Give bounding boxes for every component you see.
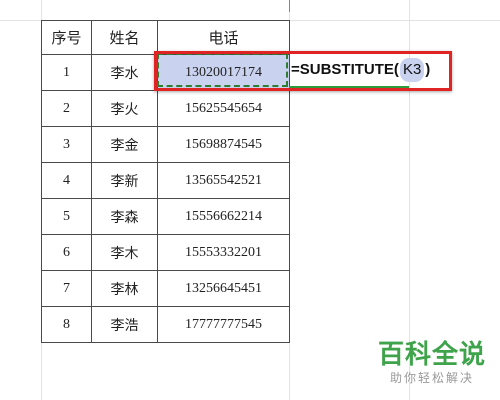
header-name[interactable]: 姓名 <box>91 20 158 55</box>
seq-cell[interactable]: 1 <box>41 54 92 91</box>
formula-prefix: =SUBSTITUTE( <box>291 61 399 78</box>
table-row: 8 李浩 17777777545 <box>41 306 290 343</box>
name-cell[interactable]: 李新 <box>91 162 158 199</box>
name-cell[interactable]: 李森 <box>91 198 158 235</box>
name-cell[interactable]: 李林 <box>91 270 158 307</box>
formula-suffix: ) <box>425 61 431 78</box>
header-phone[interactable]: 电话 <box>157 20 290 55</box>
seq-cell[interactable]: 4 <box>41 162 92 199</box>
name-cell[interactable]: 李木 <box>91 234 158 271</box>
name-cell[interactable]: 李浩 <box>91 306 158 343</box>
seq-cell[interactable]: 7 <box>41 270 92 307</box>
phone-cell[interactable]: 17777777545 <box>157 306 290 343</box>
phone-cell[interactable]: 15556662214 <box>157 198 290 235</box>
table-row: 7 李林 13256645451 <box>41 270 290 307</box>
header-seq[interactable]: 序号 <box>41 20 92 55</box>
name-cell[interactable]: 李金 <box>91 126 158 163</box>
phone-cell[interactable]: 15553332201 <box>157 234 290 271</box>
seq-cell[interactable]: 6 <box>41 234 92 271</box>
data-table: 序号 姓名 电话 1 李水 13020017174 2 李火 156255456… <box>41 20 290 343</box>
seq-cell[interactable]: 5 <box>41 198 92 235</box>
watermark: 百科全说 助你轻松解决 <box>372 340 492 386</box>
seq-cell[interactable]: 8 <box>41 306 92 343</box>
phone-cell[interactable]: 13565542521 <box>157 162 290 199</box>
watermark-subtitle: 助你轻松解决 <box>389 371 474 385</box>
phone-cell-selected[interactable]: 13020017174 <box>157 54 290 91</box>
active-cell-underline <box>289 86 409 88</box>
table-row: 3 李金 15698874545 <box>41 126 290 163</box>
phone-cell[interactable]: 13256645451 <box>157 270 290 307</box>
seq-cell[interactable]: 2 <box>41 90 92 127</box>
table-row: 1 李水 13020017174 <box>41 54 290 91</box>
name-cell[interactable]: 李水 <box>91 54 158 91</box>
seq-cell[interactable]: 3 <box>41 126 92 163</box>
name-cell[interactable]: 李火 <box>91 90 158 127</box>
table-row: 5 李森 15556662214 <box>41 198 290 235</box>
phone-cell[interactable]: 15625545654 <box>157 90 290 127</box>
watermark-title: 百科全说 <box>377 340 486 370</box>
formula-cell[interactable]: =SUBSTITUTE(K3) <box>291 58 430 82</box>
table-row: 2 李火 15625545654 <box>41 90 290 127</box>
formula-reference-chip: K3 <box>399 58 425 82</box>
header-row: 序号 姓名 电话 <box>41 20 290 55</box>
phone-cell[interactable]: 15698874545 <box>157 126 290 163</box>
table-row: 6 李木 15553332201 <box>41 234 290 271</box>
table-row: 4 李新 13565542521 <box>41 162 290 199</box>
column-accent <box>289 0 290 12</box>
